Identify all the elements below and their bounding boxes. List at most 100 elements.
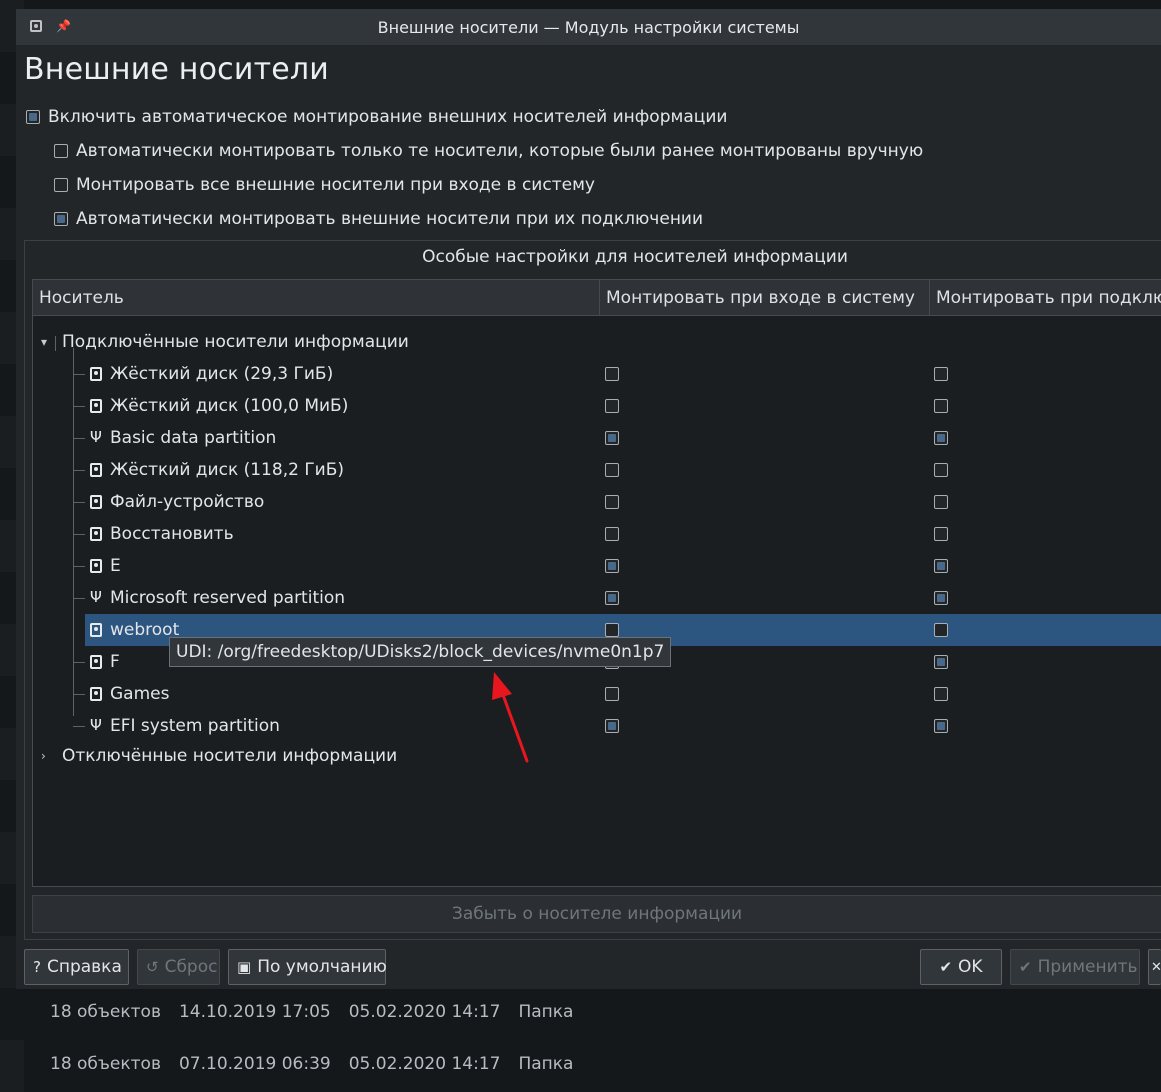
auto-mount-checkbox[interactable] [26, 110, 40, 124]
mount-on-login-checkbox[interactable] [605, 367, 619, 381]
usb-icon: Ψ [90, 428, 102, 446]
chevron-right-icon[interactable]: › [41, 740, 46, 772]
device-name: F [110, 652, 120, 672]
on-attach-label: Автоматически монтировать внешние носите… [76, 209, 704, 229]
mount-on-attach-checkbox[interactable] [934, 719, 948, 733]
help-button[interactable]: ? Справка [24, 949, 129, 985]
mount-on-login-checkbox[interactable] [605, 527, 619, 541]
hard-disk-icon [90, 655, 102, 669]
mount-on-attach-checkbox[interactable] [934, 559, 948, 573]
on-attach-checkbox[interactable] [54, 212, 68, 226]
device-name: Microsoft reserved partition [110, 588, 346, 608]
on-login-label: Монтировать все внешние носители при вхо… [76, 175, 595, 195]
hard-disk-icon [90, 559, 102, 573]
tree-branch-line [73, 534, 85, 535]
device-row[interactable]: E [33, 550, 1161, 582]
background-file-row: 18 объектов 07.10.2019 06:39 05.02.2020 … [50, 1054, 574, 1074]
device-udi-tooltip: UDI: /org/freedesktop/UDisks2/block_devi… [169, 637, 672, 667]
device-row[interactable]: Ψ Basic data partition [33, 422, 1161, 454]
device-name: Жёсткий диск (29,3 ГиБ) [110, 364, 334, 384]
device-tree[interactable]: Носитель Монтировать при входе в систему… [32, 279, 1161, 887]
tree-branch-line [73, 726, 85, 727]
mount-on-login-checkbox[interactable] [605, 719, 619, 733]
usb-icon: Ψ [90, 716, 102, 734]
mount-on-login-checkbox[interactable] [605, 463, 619, 477]
mount-on-attach-checkbox[interactable] [934, 399, 948, 413]
hard-disk-icon [90, 687, 102, 701]
device-name: EFI system partition [110, 716, 280, 736]
defaults-button[interactable]: ▣ По умолчанию [228, 949, 387, 985]
hard-disk-icon [90, 527, 102, 541]
device-name: Восстановить [110, 524, 234, 544]
tree-group-connected[interactable]: ▾ Подключённые носители информации [33, 326, 1161, 358]
window-title: Внешние носители — Модуль настройки сист… [377, 17, 800, 37]
device-row[interactable]: Жёсткий диск (100,0 МиБ) [33, 390, 1161, 422]
column-header-device[interactable]: Носитель [33, 280, 599, 316]
cancel-button[interactable]: ✕ [1148, 949, 1161, 985]
device-row[interactable]: Жёсткий диск (118,2 ГиБ) [33, 454, 1161, 486]
hard-disk-icon [90, 367, 102, 381]
tree-branch-line [73, 406, 85, 407]
column-header-mount-login[interactable]: Монтировать при входе в систему [599, 280, 929, 316]
tree-branch-line [73, 438, 85, 439]
mount-on-attach-checkbox[interactable] [934, 655, 948, 669]
tree-branch-line [73, 566, 85, 567]
apply-button[interactable]: ✔ Применить [1010, 949, 1140, 985]
mount-on-attach-checkbox[interactable] [934, 367, 948, 381]
mount-on-login-checkbox[interactable] [605, 495, 619, 509]
reset-button[interactable]: ↺ Сброс [137, 949, 220, 985]
only-manual-option[interactable]: Автоматически монтировать только те носи… [54, 141, 923, 161]
tree-branch-line [73, 598, 85, 599]
mount-on-attach-checkbox[interactable] [934, 527, 948, 541]
device-row[interactable]: Восстановить [33, 518, 1161, 550]
on-attach-option[interactable]: Автоматически монтировать внешние носите… [54, 209, 703, 229]
auto-mount-option[interactable]: Включить автоматическое монтирование вне… [26, 107, 727, 127]
mount-on-attach-checkbox[interactable] [934, 623, 948, 637]
mount-on-login-checkbox[interactable] [605, 399, 619, 413]
mount-on-login-checkbox[interactable] [605, 431, 619, 445]
device-row[interactable]: Жёсткий диск (29,3 ГиБ) [33, 358, 1161, 390]
mount-on-login-checkbox[interactable] [605, 591, 619, 605]
auto-mount-label: Включить автоматическое монтирование вне… [48, 107, 728, 127]
chevron-down-icon[interactable]: ▾ [41, 326, 47, 358]
on-login-option[interactable]: Монтировать все внешние носители при вхо… [54, 175, 595, 195]
column-header-mount-attach[interactable]: Монтировать при подключе [929, 280, 1161, 316]
mount-on-login-checkbox[interactable] [605, 623, 619, 637]
red-arrow-annotation [492, 672, 529, 763]
device-name: Basic data partition [110, 428, 277, 448]
mount-on-login-checkbox[interactable] [605, 559, 619, 573]
device-row[interactable]: Файл-устройство [33, 486, 1161, 518]
mount-on-attach-checkbox[interactable] [934, 495, 948, 509]
usb-icon: Ψ [90, 588, 102, 606]
tree-branch-line [73, 662, 85, 663]
on-login-checkbox[interactable] [54, 178, 68, 192]
page-title: Внешние носители [24, 52, 329, 87]
device-row[interactable]: Ψ Microsoft reserved partition [33, 582, 1161, 614]
pin-icon[interactable]: 📌 [56, 20, 71, 32]
check-icon: ✔ [939, 958, 953, 976]
mount-on-attach-checkbox[interactable] [934, 463, 948, 477]
mount-on-attach-checkbox[interactable] [934, 591, 948, 605]
tree-group-disconnected[interactable]: › Отключённые носители информации [33, 740, 1161, 772]
tree-branch-line [73, 502, 85, 503]
device-row[interactable]: Ψ EFI system partition [33, 710, 1161, 742]
close-icon: ✕ [1151, 959, 1161, 975]
hard-disk-icon [90, 495, 102, 509]
mount-on-attach-checkbox[interactable] [934, 687, 948, 701]
app-icon[interactable] [30, 20, 42, 32]
check-icon: ✔ [1019, 958, 1032, 976]
device-name: E [110, 556, 121, 576]
hard-disk-icon [90, 623, 102, 637]
mount-on-login-checkbox[interactable] [605, 687, 619, 701]
help-icon: ? [33, 958, 41, 976]
hard-disk-icon [90, 399, 102, 413]
only-manual-checkbox[interactable] [54, 144, 68, 158]
ok-button[interactable]: ✔ OK [920, 949, 1002, 985]
device-name: Жёсткий диск (100,0 МиБ) [110, 396, 349, 416]
device-row[interactable]: Games [33, 678, 1161, 710]
mount-on-attach-checkbox[interactable] [934, 431, 948, 445]
title-bar[interactable]: 📌 Внешние носители — Модуль настройки си… [16, 9, 1161, 45]
device-settings-title: Особые настройки для носителей информаци… [422, 247, 848, 267]
forget-device-button[interactable]: Забыть о носителе информации [32, 895, 1161, 933]
document-revert-icon: ▣ [237, 958, 252, 976]
